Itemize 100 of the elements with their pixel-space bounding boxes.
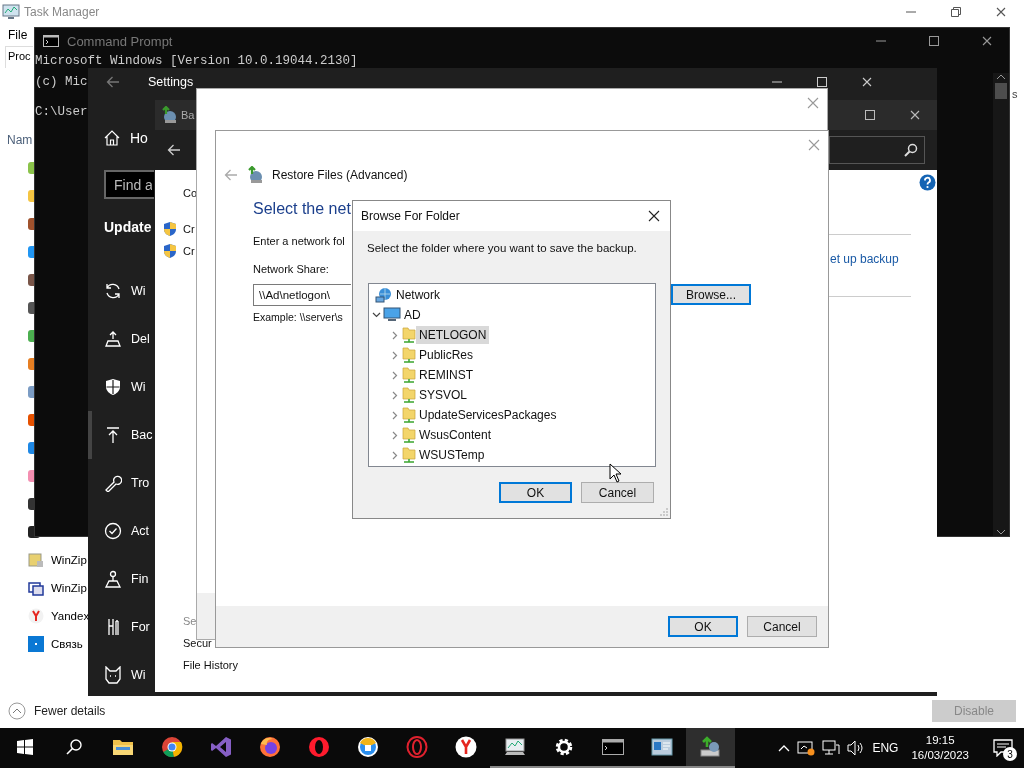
firefox-icon[interactable] <box>258 736 281 758</box>
scroll-down-icon[interactable] <box>996 528 1006 536</box>
network-share-field[interactable]: \\Ad\netlogon\ <box>253 284 351 306</box>
shield-icon <box>163 243 177 259</box>
visual-studio-icon[interactable] <box>209 736 232 758</box>
nav-item[interactable]: Ho <box>130 130 148 146</box>
shared-folder-icon <box>402 346 416 364</box>
tree-item[interactable]: UpdateServicesPackages <box>416 406 560 424</box>
tab[interactable]: Proc <box>5 46 33 68</box>
opera-icon[interactable] <box>307 736 330 758</box>
browser-icon[interactable] <box>356 736 379 758</box>
folder-tree[interactable]: Network AD NETLOGON PublicRes REMINST SYSVOL UpdateServicesPackages WsusContent WSUSTemp <box>368 283 656 467</box>
maximize-icon[interactable] <box>816 76 827 87</box>
nav-item[interactable]: Del <box>88 315 155 363</box>
link[interactable]: File History <box>183 659 238 671</box>
page-heading: Select the net <box>253 200 351 219</box>
tree-item[interactable]: REMINST <box>416 366 476 384</box>
fewer-details-link[interactable]: Fewer details <box>34 703 106 718</box>
backup-restore-icon[interactable] <box>698 736 723 758</box>
language-indicator[interactable]: ENG <box>872 741 899 755</box>
tree-item[interactable]: WsusContent <box>416 426 495 444</box>
ok-button[interactable]: OK <box>499 482 572 503</box>
close-icon[interactable] <box>981 36 992 46</box>
link[interactable]: Secur <box>183 637 212 649</box>
cancel-button[interactable]: Cancel <box>747 616 817 637</box>
close-icon[interactable] <box>909 110 920 120</box>
nav-item[interactable]: Wi <box>88 651 155 696</box>
shared-folder-icon <box>402 446 416 464</box>
notification-count: 3 <box>1003 747 1017 761</box>
close-icon[interactable] <box>648 210 660 222</box>
control-panel-icon[interactable] <box>650 738 673 756</box>
setup-backup-link[interactable]: et up backup <box>830 252 899 266</box>
tree-item[interactable]: NETLOGON <box>416 326 490 344</box>
taskbar-button[interactable] <box>686 728 735 768</box>
monitor-icon <box>2 4 20 20</box>
back-arrow-icon[interactable] <box>167 144 181 156</box>
tree-item[interactable]: Network <box>393 286 443 304</box>
window-title: Settings <box>148 74 194 89</box>
browse-button[interactable]: Browse... <box>671 284 751 305</box>
close-icon[interactable] <box>995 7 1006 17</box>
search-field[interactable] <box>829 136 925 164</box>
scrollbar-thumb[interactable] <box>995 83 1007 99</box>
chrome-icon[interactable] <box>160 736 183 758</box>
ok-button[interactable]: OK <box>668 616 738 637</box>
chevron-down-icon[interactable] <box>371 312 381 318</box>
chevron-right-icon[interactable] <box>392 430 398 440</box>
link[interactable]: Cr <box>183 223 195 235</box>
nav-item[interactable]: Fin <box>88 555 155 603</box>
link[interactable]: Cr <box>183 245 195 257</box>
nav-item[interactable]: Wi <box>88 267 155 315</box>
chevron-right-icon[interactable] <box>392 370 398 380</box>
clock-date[interactable]: 16/03/2023 <box>911 748 969 763</box>
backup-restore-icon <box>246 166 264 184</box>
maximize-icon[interactable] <box>928 36 939 46</box>
nav-item[interactable]: Wi <box>88 363 155 411</box>
maximize-icon[interactable] <box>864 110 875 120</box>
menu-item[interactable]: File <box>8 28 28 42</box>
help-icon[interactable] <box>919 174 936 191</box>
cancel-button[interactable]: Cancel <box>581 482 654 503</box>
opera-icon[interactable] <box>405 736 428 758</box>
update-status-icon[interactable] <box>797 740 816 756</box>
notifications-icon[interactable] <box>993 739 1013 757</box>
home-icon[interactable] <box>104 130 120 146</box>
shared-folder-icon <box>402 326 416 344</box>
search-icon[interactable] <box>65 739 82 755</box>
settings-icon[interactable] <box>553 737 574 757</box>
folder-icon[interactable] <box>111 738 134 756</box>
search-icon[interactable] <box>904 143 918 157</box>
monitor-icon[interactable] <box>503 737 526 757</box>
chevron-right-icon[interactable] <box>392 390 398 400</box>
scroll-up-icon[interactable] <box>996 73 1006 81</box>
tree-item[interactable]: SYSVOL <box>416 386 471 404</box>
console-icon[interactable] <box>601 739 624 755</box>
resize-grip-icon[interactable] <box>660 508 668 516</box>
nav-item[interactable]: Tro <box>88 459 155 507</box>
column-header[interactable]: Nam <box>0 128 34 152</box>
console-line: Microsoft Windows [Version 10.0.19044.2130] <box>35 54 358 69</box>
chevron-right-icon[interactable] <box>392 410 398 420</box>
chevron-right-icon[interactable] <box>392 450 398 460</box>
scrollbar[interactable] <box>993 73 1009 536</box>
nav-item[interactable]: For <box>88 603 155 651</box>
app-tile-icon <box>28 636 44 652</box>
restore-icon[interactable] <box>950 7 961 17</box>
browser-icon[interactable] <box>454 736 477 758</box>
volume-icon[interactable] <box>847 740 866 756</box>
chevron-right-icon[interactable] <box>392 330 398 340</box>
chevron-right-icon[interactable] <box>392 350 398 360</box>
clock-time[interactable]: 19:15 <box>925 733 955 748</box>
nav-item[interactable]: Act <box>88 507 155 555</box>
check-circle-icon <box>104 522 122 540</box>
tree-item[interactable]: WSUSTemp <box>416 446 488 464</box>
window-title: Restore Files (Advanced) <box>272 168 408 182</box>
network-globe-icon <box>375 287 393 303</box>
windows-logo-icon[interactable] <box>16 739 33 755</box>
network-icon[interactable] <box>822 740 841 756</box>
tree-item[interactable]: AD <box>401 306 424 324</box>
shared-folder-icon <box>402 366 416 384</box>
window-title: Ba <box>181 109 195 121</box>
column-header[interactable]: s <box>1012 88 1018 100</box>
tree-item[interactable]: PublicRes <box>416 346 477 364</box>
